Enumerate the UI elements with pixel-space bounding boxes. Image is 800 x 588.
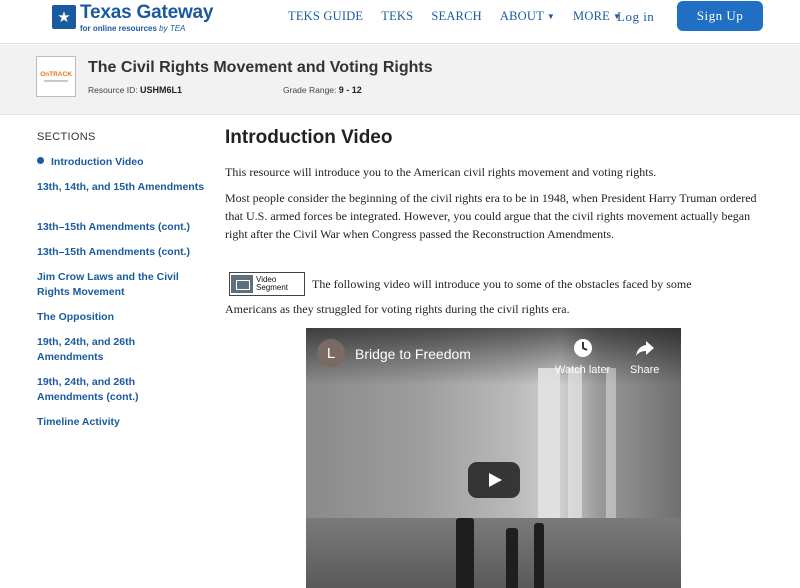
share-arrow-icon [635,341,654,356]
resource-id: Resource ID: USHM6L1 [88,85,182,95]
nav-about[interactable]: ABOUT ▼ [500,9,555,24]
resource-header: OnTRACK The Civil Rights Movement and Vo… [0,45,800,115]
video-player[interactable]: L Bridge to Freedom Watch later Share [306,328,681,588]
sidebar-item-opposition[interactable]: The Opposition [37,310,207,325]
sidebar-item-amendments-13-15[interactable]: 13th, 14th, and 15th Amendments [37,180,207,195]
sidebar-item-amendments-19-26[interactable]: 19th, 24th, and 26th Amendments [37,335,157,365]
watch-later-button[interactable]: Watch later [555,338,610,376]
top-navigation: ★ Texas Gateway for online resources by … [0,0,800,44]
video-intro-text: The following video will introduce you t… [312,277,692,291]
active-bullet-icon [37,157,44,164]
main-nav: TEKS GUIDE TEKS SEARCH ABOUT ▼ MORE ▼ [288,9,639,24]
film-clapper-icon [231,275,253,293]
grade-range: Grade Range: 9 - 12 [283,85,362,95]
login-link[interactable]: Log in [617,9,654,25]
sidebar-item-amendments-cont-1[interactable]: 13th–15th Amendments (cont.) [37,220,207,235]
caret-down-icon: ▼ [546,12,556,21]
resource-thumbnail: OnTRACK [36,56,76,97]
context-paragraph: Most people consider the beginning of th… [225,191,757,241]
nav-teks[interactable]: TEKS [381,9,413,24]
texas-gateway-logo[interactable]: ★ Texas Gateway for online resources by … [52,2,213,33]
nav-more[interactable]: MORE ▼ [573,9,621,24]
sidebar-item-timeline-activity[interactable]: Timeline Activity [37,415,207,430]
share-button[interactable]: Share [630,338,659,376]
sidebar-item-introduction-video[interactable]: Introduction Video [37,155,207,170]
sections-heading: SECTIONS [37,131,96,143]
sidebar-item-amendments-cont-2[interactable]: 13th–15th Amendments (cont.) [37,245,207,260]
video-thumbnail [306,328,681,588]
video-title[interactable]: Bridge to Freedom [355,346,471,362]
nav-search[interactable]: SEARCH [431,9,482,24]
play-icon[interactable] [468,462,520,498]
video-intro-text-cont: Americans as they struggled for voting r… [225,302,570,316]
clock-icon [573,339,592,357]
sidebar-item-jim-crow[interactable]: Jim Crow Laws and the Civil Rights Movem… [37,270,187,300]
ontrack-logo: OnTRACK [40,71,72,78]
intro-paragraph: This resource will introduce you to the … [225,165,657,179]
signup-button[interactable]: Sign Up [677,1,763,31]
video-segment-badge: Video Segment [229,272,305,296]
section-title: Introduction Video [225,127,393,148]
sidebar-item-amendments-19-26-cont[interactable]: 19th, 24th, and 26th Amendments (cont.) [37,375,157,405]
logo-title: Texas Gateway [80,2,214,23]
logo-subtitle: for online resources by TEA [80,24,186,33]
channel-avatar[interactable]: L [317,339,345,367]
star-icon: ★ [52,5,76,29]
resource-title: The Civil Rights Movement and Voting Rig… [88,59,433,76]
nav-teks-guide[interactable]: TEKS GUIDE [288,9,363,24]
